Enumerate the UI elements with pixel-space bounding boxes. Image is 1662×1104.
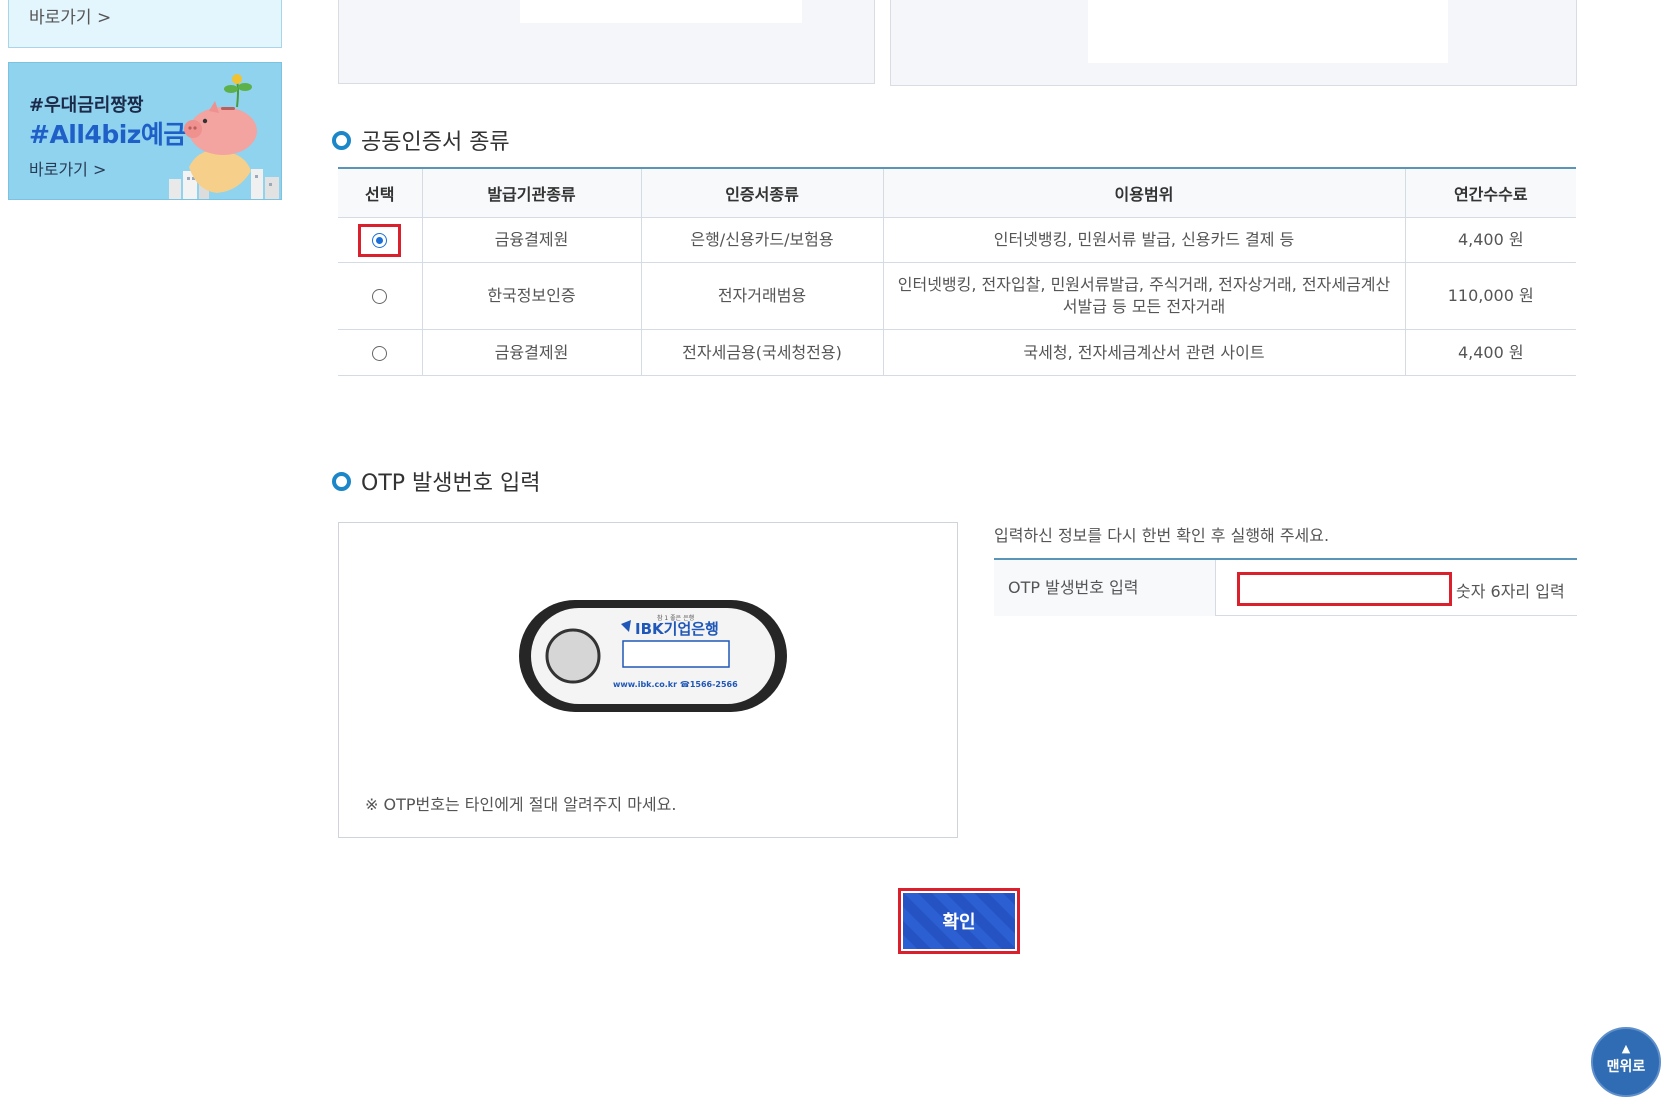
- confirm-button-highlight: 확인: [898, 888, 1020, 954]
- scroll-to-top-label: 맨위로: [1606, 1059, 1646, 1075]
- banner-goto-link[interactable]: 바로가기 >: [29, 156, 106, 180]
- otp-brand-text: IBK기업은행: [635, 620, 719, 638]
- otp-footer-text: www.ibk.co.kr ☎1566-2566: [613, 680, 738, 689]
- info-box-left: [338, 0, 875, 84]
- otp-section-title: OTP 발생번호 입력: [332, 465, 540, 497]
- banner-tag-rate: #우대금리짱짱: [29, 95, 144, 116]
- select-cell: [338, 329, 423, 376]
- cert-section-title-text: 공동인증서 종류: [361, 130, 510, 155]
- section-bullet-icon: [332, 130, 351, 150]
- section-bullet-icon: [332, 471, 351, 491]
- fee-cell: 4,400 원: [1405, 329, 1576, 376]
- scope-cell: 인터넷뱅킹, 전자입찰, 민원서류발급, 주식거래, 전자상거래, 전자세금계산…: [883, 262, 1406, 330]
- column-header-fee: 연간수수료: [1405, 168, 1576, 218]
- table-row[interactable]: 금융결제원 전자세금용(국세청전용) 국세청, 전자세금계산서 관련 사이트 4…: [338, 329, 1576, 376]
- fee-cell: 110,000 원: [1405, 262, 1576, 330]
- otp-security-note: ※ OTP번호는 타인에게 절대 알려주지 마세요.: [365, 795, 677, 814]
- column-header-select: 선택: [338, 168, 423, 218]
- banner-all4biz-deposit[interactable]: #우대금리짱짱 #All4biz예금 바로가기 >: [8, 62, 282, 200]
- table-header-row: 선택 발급기관종류 인증서종류 이용범위 연간수수료: [338, 168, 1576, 218]
- otp-field-hint: 숫자 6자리 입력: [1456, 582, 1565, 601]
- column-header-issuer: 발급기관종류: [422, 168, 642, 218]
- banner-shortcut[interactable]: 바로가기 >: [8, 0, 282, 48]
- scope-cell: 인터넷뱅킹, 민원서류 발급, 신용카드 결제 등: [883, 217, 1406, 263]
- select-cell: [338, 262, 423, 330]
- otp-info-text: 입력하신 정보를 다시 한번 확인 후 실행해 주세요.: [994, 526, 1330, 545]
- cert-type-table: 선택 발급기관종류 인증서종류 이용범위 연간수수료 금융결제원 은행/신용카드…: [338, 167, 1576, 376]
- cert-type-cell: 은행/신용카드/보험용: [641, 217, 884, 263]
- fee-cell: 4,400 원: [1405, 217, 1576, 263]
- cert-type-cell: 전자세금용(국세청전용): [641, 329, 884, 376]
- issuer-cell: 한국정보인증: [422, 262, 642, 330]
- otp-field-label: OTP 발생번호 입력: [994, 560, 1216, 616]
- cert-radio-2[interactable]: [372, 289, 388, 304]
- arrow-up-icon: ▲: [1621, 1042, 1631, 1055]
- otp-device-panel: IBK기업은행 참 1 좋은 은행 www.ibk.co.kr ☎1566-25…: [338, 522, 958, 838]
- otp-number-input[interactable]: [1237, 572, 1452, 606]
- cert-section-title: 공동인증서 종류: [332, 124, 510, 156]
- scroll-to-top-button[interactable]: ▲ 맨위로: [1591, 1027, 1661, 1097]
- cert-radio-3[interactable]: [372, 345, 388, 361]
- issuer-cell: 금융결제원: [422, 217, 642, 263]
- cert-type-cell: 전자거래범용: [641, 262, 884, 330]
- cert-radio-1[interactable]: [372, 232, 388, 248]
- scope-cell: 국세청, 전자세금계산서 관련 사이트: [883, 329, 1406, 376]
- otp-input-row: OTP 발생번호 입력 숫자 6자리 입력: [994, 558, 1577, 616]
- otp-slogan-text: 참 1 좋은 은행: [657, 614, 694, 622]
- otp-device-illustration: IBK기업은행 참 1 좋은 은행 www.ibk.co.kr ☎1566-25…: [519, 600, 787, 712]
- table-row[interactable]: 한국정보인증 전자거래범용 인터넷뱅킹, 전자입찰, 민원서류발급, 주식거래,…: [338, 262, 1576, 330]
- banner-goto-link[interactable]: 바로가기 >: [29, 3, 111, 28]
- info-box-right: [890, 0, 1577, 86]
- otp-section-title-text: OTP 발생번호 입력: [361, 471, 541, 496]
- selected-highlight: [358, 223, 402, 257]
- table-row[interactable]: 금융결제원 은행/신용카드/보험용 인터넷뱅킹, 민원서류 발급, 신용카드 결…: [338, 217, 1576, 263]
- column-header-scope: 이용범위: [883, 168, 1406, 218]
- issuer-cell: 금융결제원: [422, 329, 642, 376]
- select-cell: [338, 217, 423, 263]
- column-header-cert-type: 인증서종류: [641, 168, 884, 218]
- piggy-bank-illustration: [169, 74, 279, 199]
- confirm-button[interactable]: 확인: [903, 893, 1015, 949]
